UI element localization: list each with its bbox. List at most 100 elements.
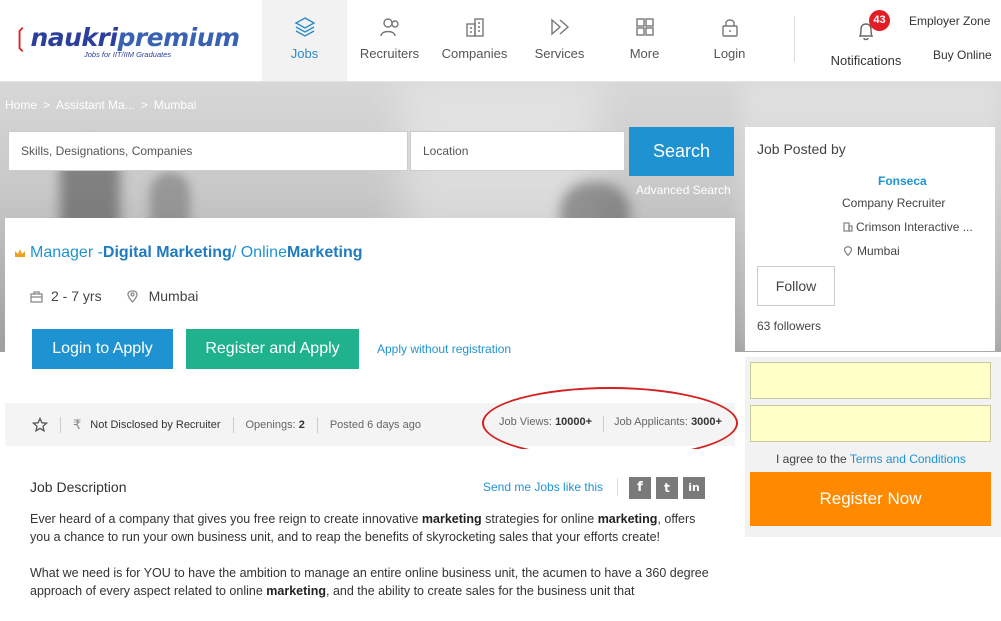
notification-count-badge: 43	[869, 10, 890, 31]
star-icon[interactable]	[32, 416, 48, 433]
nav-label-more: More	[629, 46, 660, 61]
job-location-value: Mumbai	[148, 288, 199, 304]
recruiter-company: Crimson Interactive ...	[843, 220, 973, 234]
terms-prefix: I agree to the	[776, 452, 850, 466]
crown-icon	[15, 249, 25, 257]
briefcase-icon	[30, 290, 43, 303]
rupee-icon: ₹	[73, 416, 82, 432]
nav-label-jobs: Jobs	[290, 46, 319, 61]
twitter-icon[interactable]: t	[656, 477, 678, 499]
register-input-field[interactable]	[750, 362, 991, 399]
register-input-field[interactable]	[750, 405, 991, 442]
jd-paragraph: Ever heard of a company that gives you f…	[30, 512, 696, 544]
openings-value: 2	[298, 418, 305, 431]
posted-date: Posted 6 days ago	[329, 418, 421, 431]
job-title-part: / Online	[231, 244, 287, 261]
skills-search-input[interactable]	[8, 131, 408, 171]
location-search-input[interactable]	[410, 131, 625, 171]
nav-item-companies[interactable]: Companies	[432, 0, 517, 81]
stats-divider	[232, 416, 234, 433]
applicants-value: 3000+	[691, 416, 722, 428]
location-pin-icon	[126, 289, 138, 303]
job-applicants: Job Applicants: 3000+	[614, 416, 722, 428]
login-to-apply-button[interactable]: Login to Apply	[32, 329, 173, 369]
terms-link[interactable]: Terms and Conditions	[850, 452, 966, 466]
notifications-label: Notifications	[830, 53, 902, 68]
job-stats-bar: ₹ Not Disclosed by Recruiter Openings: 2…	[5, 403, 735, 446]
views-label: Job Views:	[499, 416, 552, 428]
recruiter-company-name: Crimson Interactive ...	[856, 220, 973, 234]
terms-text: I agree to the Terms and Conditions	[776, 452, 966, 466]
logo-tagline: Jobs for IIT/IIM Graduates	[84, 50, 172, 59]
nav-label-recruiters: Recruiters	[359, 46, 420, 61]
job-description-body: Ever heard of a company that gives you f…	[30, 510, 710, 618]
job-description-section: Job Description Send me Jobs like this f…	[5, 449, 735, 621]
applicants-label: Job Applicants:	[614, 416, 688, 428]
stats-divider	[60, 416, 61, 433]
nav-item-more[interactable]: More	[602, 0, 687, 81]
job-title-keyword: Digital Marketing	[102, 244, 232, 261]
share-divider	[617, 478, 618, 496]
register-now-button[interactable]: Register Now	[750, 472, 991, 526]
job-title-keyword: Marketing	[286, 244, 363, 261]
nav-item-services[interactable]: Services	[517, 0, 602, 81]
naukri-premium-logo[interactable]: ❲naukripremium Jobs for IIT/IIM Graduate…	[10, 23, 240, 64]
register-panel: I agree to the Terms and Conditions Regi…	[745, 357, 1001, 537]
layers-icon	[294, 17, 315, 37]
send-jobs-like-this-link[interactable]: Send me Jobs like this	[483, 480, 603, 494]
nav-label-login: Login	[713, 46, 746, 61]
header-divider	[794, 16, 795, 62]
services-icon	[550, 18, 569, 36]
jd-keyword: marketing	[597, 512, 658, 526]
recruiter-role: Company Recruiter	[842, 196, 946, 210]
experience-value: 2 - 7 yrs	[51, 288, 102, 304]
job-views: Job Views: 10000+	[499, 416, 592, 428]
buy-online-link[interactable]: Buy Online	[933, 48, 992, 62]
nav-label-services: Services	[534, 46, 585, 61]
breadcrumb: Home > Assistant Ma... > Mumbai	[5, 98, 196, 112]
nav-item-jobs[interactable]: Jobs	[262, 0, 347, 81]
breadcrumb-home[interactable]: Home	[5, 98, 37, 112]
follow-button[interactable]: Follow	[757, 266, 835, 306]
logo-mark-icon: ❲	[10, 23, 31, 52]
apply-without-registration-link[interactable]: Apply without registration	[377, 342, 511, 356]
recruiter-name[interactable]: Fonseca	[878, 174, 927, 188]
logo-wordmark: ❲naukripremium	[10, 23, 240, 52]
nav-item-login[interactable]: Login	[687, 0, 772, 81]
breadcrumb-location[interactable]: Mumbai	[154, 98, 197, 112]
jd-paragraph: What we need is for YOU to have the ambi…	[30, 566, 709, 598]
jd-keyword: marketing	[421, 512, 482, 526]
breadcrumb-separator: >	[43, 98, 51, 112]
stats-divider	[603, 416, 604, 432]
logo-suffix: premium	[117, 23, 240, 52]
facebook-icon[interactable]: f	[629, 477, 651, 499]
top-header: ❲naukripremium Jobs for IIT/IIM Graduate…	[0, 0, 1001, 82]
breadcrumb-category[interactable]: Assistant Ma...	[56, 98, 135, 112]
notifications-button[interactable]: 43 Notifications	[826, 10, 906, 72]
location-pin-icon	[843, 246, 853, 256]
stats-divider	[316, 416, 318, 433]
job-card: Manager - Digital Marketing / Online Mar…	[5, 218, 735, 446]
lock-icon	[721, 19, 738, 37]
nav-item-recruiters[interactable]: Recruiters	[347, 0, 432, 81]
job-description-title: Job Description	[30, 479, 127, 495]
job-meta: 2 - 7 yrs Mumbai	[30, 288, 198, 304]
advanced-search-link[interactable]: Advanced Search	[636, 183, 731, 197]
views-value: 10000+	[555, 416, 593, 428]
recruiter-location-value: Mumbai	[857, 244, 900, 258]
breadcrumb-separator: >	[140, 98, 148, 112]
job-title: Manager - Digital Marketing / Online Mar…	[14, 244, 363, 262]
search-button[interactable]: Search	[629, 127, 734, 176]
building-icon	[843, 222, 853, 232]
nav-label-companies: Companies	[441, 46, 508, 61]
jd-keyword: marketing	[266, 584, 327, 598]
employer-zone-link[interactable]: Employer Zone	[909, 14, 990, 28]
grid-icon	[635, 18, 654, 36]
job-title-part: Manager -	[30, 244, 103, 261]
companies-icon	[465, 18, 484, 37]
register-and-apply-button[interactable]: Register and Apply	[186, 329, 359, 369]
recruiters-icon	[379, 18, 399, 37]
job-posted-by-card: Job Posted by Fonseca Company Recruiter …	[745, 127, 995, 351]
posted-by-title: Job Posted by	[757, 141, 846, 157]
linkedin-icon[interactable]: in	[683, 477, 705, 499]
